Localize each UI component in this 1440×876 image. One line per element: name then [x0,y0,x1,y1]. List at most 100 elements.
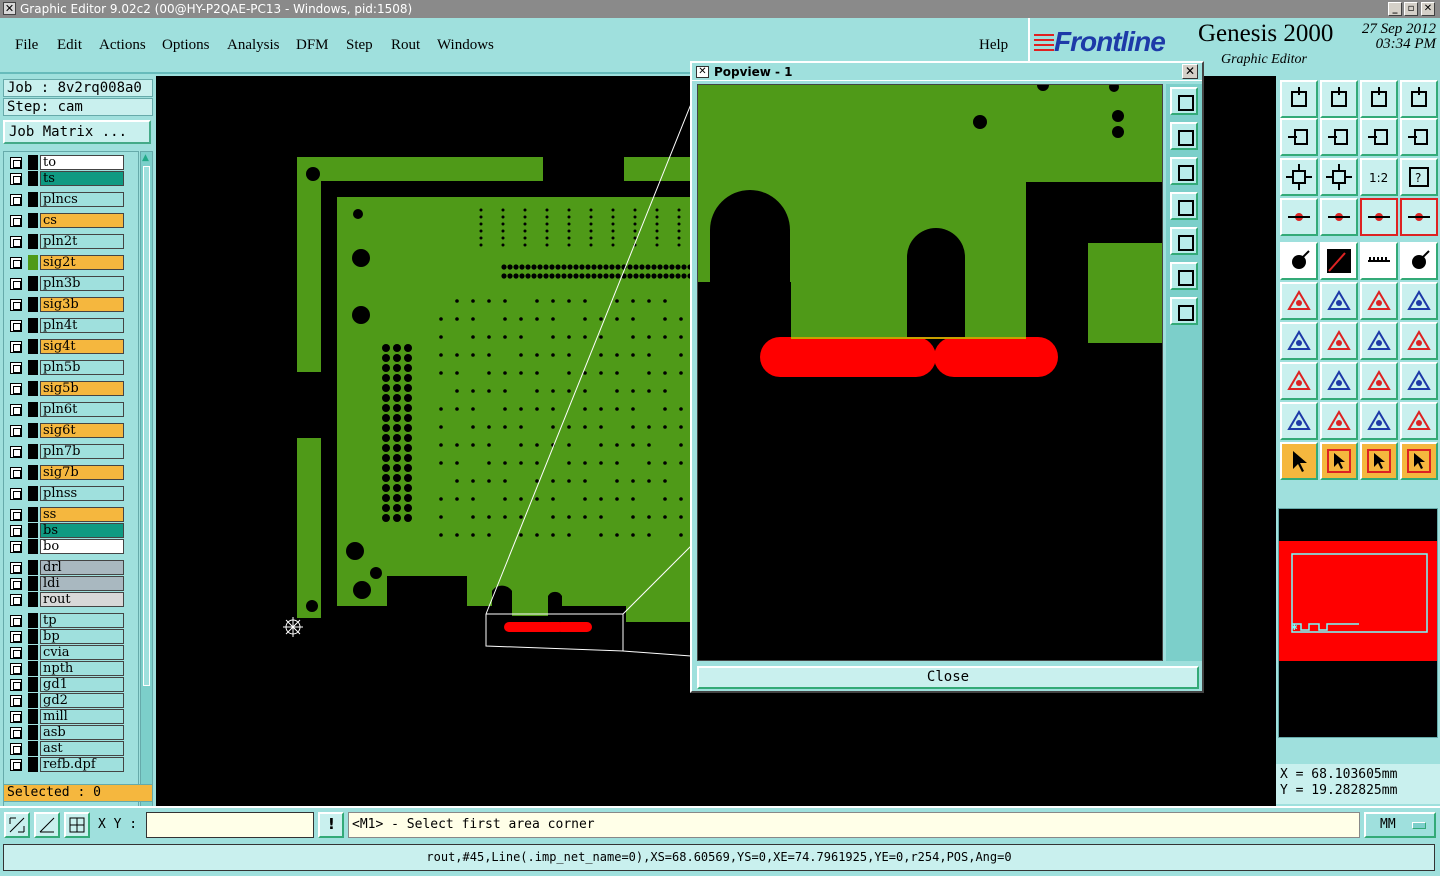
zoom-down-icon[interactable] [1320,80,1358,118]
popview-close-button[interactable]: Close [697,666,1199,689]
layer-name[interactable]: npth [40,661,124,676]
popview-pan-left-icon[interactable] [1170,192,1198,220]
layer-color-swatch[interactable] [28,677,38,692]
layer-row-pln2t[interactable]: pln2t [8,234,128,249]
layer-name[interactable]: sig4t [40,339,124,354]
menu-analysis[interactable]: Analysis [227,37,280,54]
zoom-all-icon[interactable] [1320,158,1358,196]
layer-checkbox[interactable] [10,727,22,739]
line-break-icon[interactable] [1320,362,1358,400]
layer-color-swatch[interactable] [28,486,38,501]
layer-row-ldi[interactable]: ldi [8,576,128,591]
select-cursor-icon[interactable] [1360,442,1398,480]
layer-color-swatch[interactable] [28,402,38,417]
net-select-icon[interactable] [1400,198,1438,236]
layer-name[interactable]: tp [40,613,124,628]
layer-color-swatch[interactable] [28,192,38,207]
grid-icon[interactable] [64,812,90,838]
layer-name[interactable]: pln4t [40,318,124,333]
menu-dfm[interactable]: DFM [296,37,329,54]
layer-name[interactable]: ts [40,171,124,186]
layer-color-swatch[interactable] [28,539,38,554]
layer-row-gd1[interactable]: gd1 [8,677,128,692]
layer-row-refb-dpf[interactable]: refb.dpf [8,757,128,772]
layer-name[interactable]: pln6t [40,402,124,417]
layer-color-swatch[interactable] [28,339,38,354]
layer-color-swatch[interactable] [28,661,38,676]
layer-row-ast[interactable]: ast [8,741,128,756]
scroll-up-icon[interactable]: ▲ [142,153,149,163]
feature-add-icon[interactable] [1280,242,1318,280]
layer-color-swatch[interactable] [28,213,38,228]
layer-row-rout[interactable]: rout [8,592,128,607]
layer-row-npth[interactable]: npth [8,661,128,676]
dimension-icon[interactable] [1360,362,1398,400]
snap-node-icon[interactable] [1400,282,1438,320]
layer-row-pln4t[interactable]: pln4t [8,318,128,333]
layer-checkbox[interactable] [10,711,22,723]
layer-checkbox[interactable] [10,743,22,755]
layer-color-swatch[interactable] [28,360,38,375]
layer-checkbox[interactable] [10,404,22,416]
popview-expand-icon[interactable] [1170,262,1198,290]
layer-name[interactable]: sig2t [40,255,124,270]
layer-row-pln5b[interactable]: pln5b [8,360,128,375]
board-overview[interactable]: ✱ [1278,508,1438,738]
layer-row-pln7b[interactable]: pln7b [8,444,128,459]
arc-triangle-icon[interactable] [1320,402,1358,440]
connect-icon[interactable] [1280,282,1318,320]
layer-checkbox[interactable] [10,320,22,332]
layer-color-swatch[interactable] [28,741,38,756]
layer-name[interactable]: bp [40,629,124,644]
a-cross-icon[interactable] [1400,402,1438,440]
layer-checkbox[interactable] [10,341,22,353]
pad-icon[interactable] [1400,242,1438,280]
layer-checkbox[interactable] [10,562,22,574]
popview-shrink-icon[interactable] [1170,297,1198,325]
job-matrix-button[interactable]: Job Matrix ... [3,120,151,144]
layer-checkbox[interactable] [10,383,22,395]
layer-name[interactable]: sig7b [40,465,124,480]
layer-checkbox[interactable] [10,425,22,437]
layer-row-pln6t[interactable]: pln6t [8,402,128,417]
layer-name[interactable]: plnss [40,486,124,501]
layer-scrollbar[interactable]: ▲ ▼ [140,151,153,854]
layer-row-sig2t[interactable]: sig2t [8,255,128,270]
pan-right-icon[interactable] [1320,118,1358,156]
scroll-thumb[interactable] [143,166,150,686]
layer-name[interactable]: drl [40,560,124,575]
layer-row-sig6t[interactable]: sig6t [8,423,128,438]
layer-checkbox[interactable] [10,215,22,227]
draw-line-icon[interactable] [1320,242,1358,280]
layer-color-swatch[interactable] [28,645,38,660]
layer-checkbox[interactable] [10,467,22,479]
layer-name[interactable]: pln2t [40,234,124,249]
layer-row-sig7b[interactable]: sig7b [8,465,128,480]
layer-name[interactable]: sig5b [40,381,124,396]
layer-row-sig5b[interactable]: sig5b [8,381,128,396]
popview-zoom-in-icon[interactable] [1170,122,1198,150]
layer-color-swatch[interactable] [28,725,38,740]
layer-name[interactable]: pln3b [40,276,124,291]
layer-row-bp[interactable]: bp [8,629,128,644]
split-view-icon[interactable] [1400,80,1438,118]
triangle-icon[interactable] [1280,402,1318,440]
layer-color-swatch[interactable] [28,444,38,459]
popview-zoom-out-icon[interactable] [1170,157,1198,185]
layer-name[interactable]: bs [40,523,124,538]
layer-name[interactable]: sig3b [40,297,124,312]
layer-checkbox[interactable] [10,299,22,311]
flip-icon[interactable] [1400,322,1438,360]
layer-color-swatch[interactable] [28,592,38,607]
move-node-icon[interactable] [1360,282,1398,320]
layer-color-swatch[interactable] [28,318,38,333]
layer-checkbox[interactable] [10,578,22,590]
zoom-ratio-icon[interactable]: 1:2 [1360,158,1398,196]
layer-name[interactable]: plncs [40,192,124,207]
layer-color-swatch[interactable] [28,255,38,270]
layer-name[interactable]: pln7b [40,444,124,459]
layer-row-pln3b[interactable]: pln3b [8,276,128,291]
minimize-button[interactable]: _ [1388,2,1402,16]
layer-checkbox[interactable] [10,695,22,707]
layer-color-swatch[interactable] [28,693,38,708]
